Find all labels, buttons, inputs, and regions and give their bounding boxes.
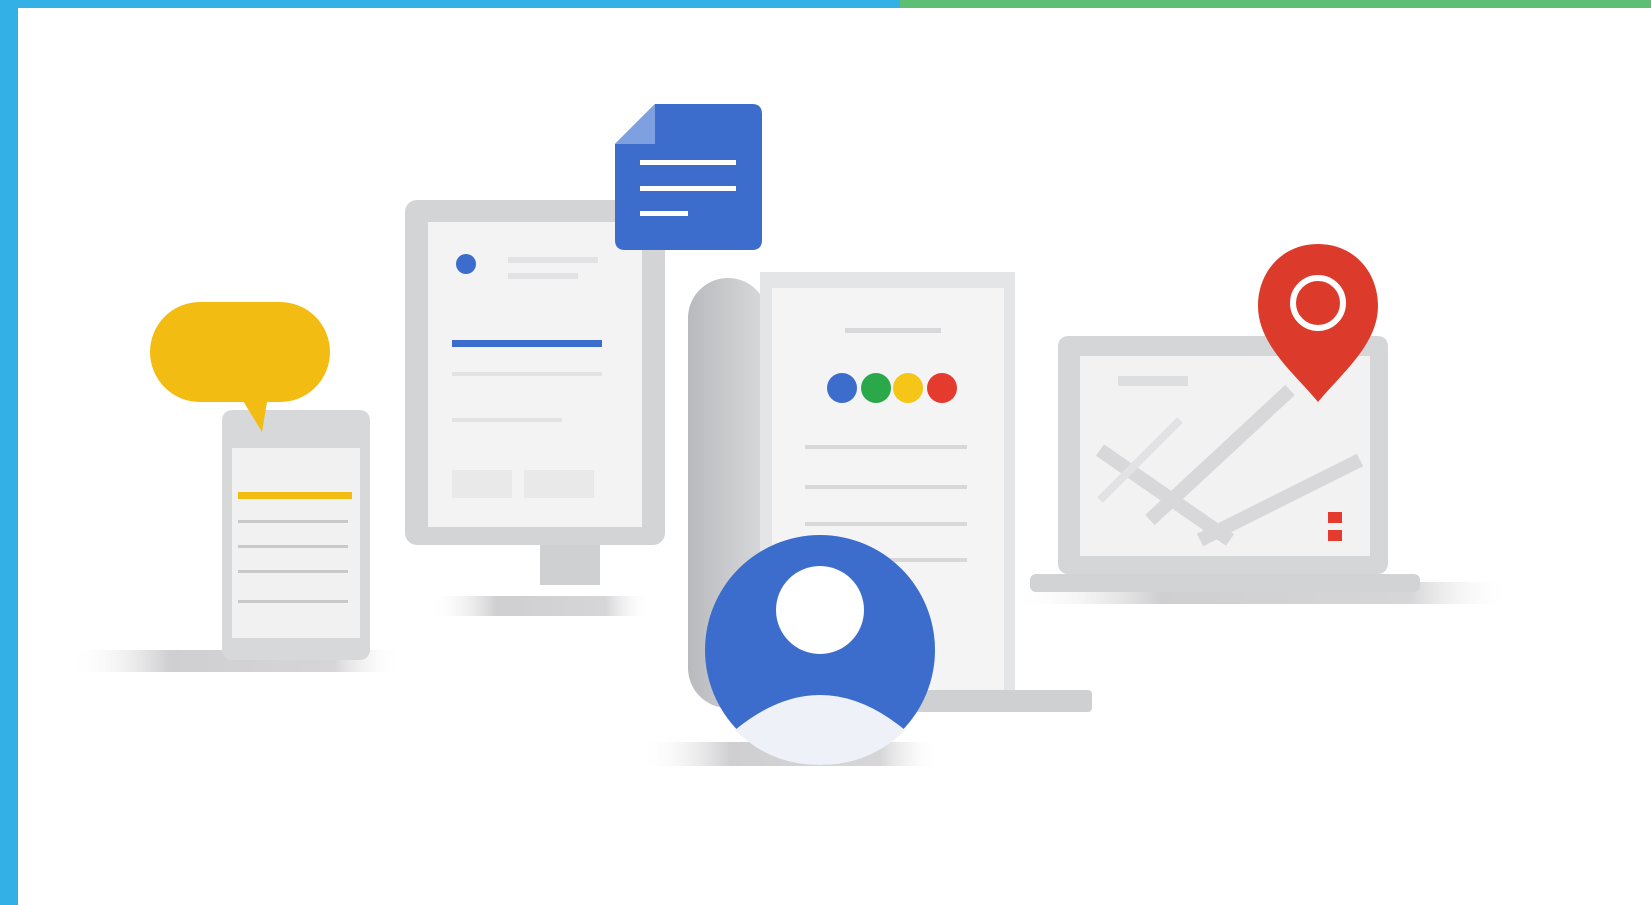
monitor-blue-dot [456, 254, 476, 274]
user-avatar-icon [705, 535, 935, 765]
phone-line [238, 545, 348, 548]
monitor-blue-bar [452, 340, 602, 347]
phone-highlight-bar [238, 492, 352, 499]
document-icon [615, 104, 762, 250]
phone-line [238, 520, 348, 523]
desktop-monitor-icon [405, 200, 665, 585]
phone-line [238, 570, 348, 573]
phone-line [238, 600, 348, 603]
devices-illustration [70, 104, 1510, 766]
smartphone-icon [222, 410, 370, 660]
